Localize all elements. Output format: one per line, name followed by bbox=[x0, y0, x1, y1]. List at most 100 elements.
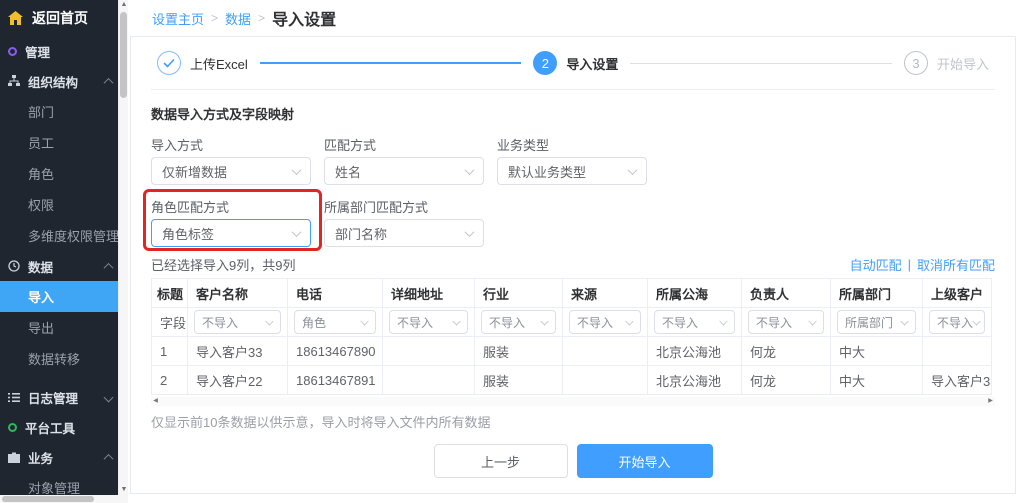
import-mode-select[interactable]: 仅新增数据 bbox=[151, 157, 311, 185]
scroll-right-icon[interactable]: ▶ bbox=[986, 397, 995, 406]
cell: 中大 bbox=[831, 337, 923, 366]
sidebar-item-org-structure[interactable]: 组织结构 bbox=[0, 66, 118, 96]
cell: 何龙 bbox=[742, 337, 831, 366]
row-index: 1 bbox=[152, 337, 188, 366]
sidebar-item-label: 数据 bbox=[28, 257, 53, 276]
field-select-public-pool[interactable]: 不导入 bbox=[654, 310, 735, 334]
links-separator: | bbox=[908, 257, 911, 272]
cancel-all-match-link[interactable]: 取消所有匹配 bbox=[917, 255, 995, 274]
sidebar-item-data-transfer[interactable]: 数据转移 bbox=[0, 343, 118, 374]
breadcrumb-separator: > bbox=[211, 11, 218, 25]
department-match-mode-select[interactable]: 部门名称 bbox=[324, 219, 484, 247]
cell: 导入客户33 bbox=[923, 366, 992, 395]
sidebar-item-import[interactable]: 导入 bbox=[0, 281, 118, 312]
import-settings-card: 上传Excel 2 导入设置 3 开始导入 数据导入方式及字段映射 导入方式 bbox=[130, 36, 1016, 494]
chevron-down-icon bbox=[452, 317, 460, 325]
breadcrumb-link-data[interactable]: 数据 bbox=[225, 9, 251, 28]
business-type-select[interactable]: 默认业务类型 bbox=[497, 157, 647, 185]
page-title: 导入设置 bbox=[272, 6, 336, 30]
field-select-industry[interactable]: 不导入 bbox=[481, 310, 556, 334]
step-connector-done bbox=[260, 62, 522, 64]
column-header: 来源 bbox=[563, 279, 648, 308]
step-connector-pending bbox=[630, 63, 892, 64]
sidebar-item-object-management[interactable]: 对象管理 bbox=[0, 472, 118, 495]
form-row-1: 导入方式 仅新增数据 匹配方式 姓名 业务类型 默认业 bbox=[151, 135, 995, 185]
chevron-up-icon bbox=[104, 77, 114, 87]
select-value: 不导入 bbox=[202, 314, 238, 331]
preview-note: 仅显示前10条数据以供示意，导入时将导入文件内所有数据 bbox=[151, 412, 995, 431]
chevron-down-icon bbox=[104, 392, 114, 402]
role-match-mode-select[interactable]: 角色标签 bbox=[151, 219, 311, 247]
step-import-settings: 2 导入设置 bbox=[533, 51, 618, 75]
sidebar-menu: 返回首页 管理 组织结构 部门 员工 角色 bbox=[0, 0, 118, 495]
field-select-customer-name[interactable]: 不导入 bbox=[194, 310, 281, 334]
field-label: 角色匹配方式 bbox=[151, 197, 311, 215]
sidebar-item-data[interactable]: 数据 bbox=[0, 251, 118, 281]
chevron-down-icon bbox=[292, 227, 302, 237]
sidebar-item-label: 导出 bbox=[28, 318, 54, 337]
sidebar-item-label: 管理 bbox=[25, 42, 50, 61]
field-mapping-table: 标题 客户名称 电话 详细地址 行业 来源 所属公海 负责人 所属部门 上级客户… bbox=[151, 278, 992, 395]
step-upload-excel: 上传Excel bbox=[157, 51, 248, 75]
cell bbox=[383, 366, 475, 395]
sidebar-item-platform-tools[interactable]: 平台工具 bbox=[0, 412, 118, 442]
field-select-address[interactable]: 不导入 bbox=[389, 310, 468, 334]
column-header: 上级客户 bbox=[923, 279, 992, 308]
sidebar-item-log-management[interactable]: 日志管理 bbox=[0, 382, 118, 412]
sidebar-item-employee[interactable]: 员工 bbox=[0, 127, 118, 158]
select-value: 姓名 bbox=[335, 162, 361, 181]
previous-step-button[interactable]: 上一步 bbox=[434, 444, 568, 478]
step-number: 3 bbox=[904, 51, 928, 75]
step-number: 2 bbox=[533, 51, 557, 75]
scroll-left-icon[interactable]: ◀ bbox=[151, 397, 160, 406]
sidebar-item-business[interactable]: 业务 bbox=[0, 442, 118, 472]
breadcrumb-link-settings-home[interactable]: 设置主页 bbox=[152, 9, 204, 28]
cell: 导入客户33 bbox=[188, 337, 288, 366]
breadcrumb: 设置主页 > 数据 > 导入设置 bbox=[128, 0, 1024, 36]
field-select-department[interactable]: 所属部门 bbox=[837, 310, 916, 334]
sidebar-item-home[interactable]: 返回首页 bbox=[0, 0, 118, 36]
sitemap-icon bbox=[8, 75, 20, 87]
field-label: 匹配方式 bbox=[324, 135, 484, 153]
breadcrumb-separator: > bbox=[258, 11, 265, 25]
sidebar-item-label: 员工 bbox=[28, 133, 54, 152]
match-mode-select[interactable]: 姓名 bbox=[324, 157, 484, 185]
select-value: 角色标签 bbox=[162, 224, 214, 243]
field-select-source[interactable]: 不导入 bbox=[569, 310, 641, 334]
sidebar-horizontal-scrollbar[interactable] bbox=[0, 495, 128, 503]
sidebar-item-admin[interactable]: 管理 bbox=[0, 36, 118, 66]
sidebar-vertical-scrollbar[interactable]: ▲ ▼ bbox=[118, 0, 128, 495]
cell: 18613467890 bbox=[288, 337, 383, 366]
start-import-button[interactable]: 开始导入 bbox=[577, 444, 713, 478]
cell: 北京公海池 bbox=[648, 366, 742, 395]
scrollbar-thumb[interactable] bbox=[2, 496, 94, 502]
sidebar-item-label: 业务 bbox=[28, 448, 53, 467]
column-header: 所属公海 bbox=[648, 279, 742, 308]
table-header-row: 标题 客户名称 电话 详细地址 行业 来源 所属公海 负责人 所属部门 上级客户 bbox=[152, 279, 992, 308]
select-value: 仅新增数据 bbox=[162, 162, 227, 181]
field-select-owner[interactable]: 不导入 bbox=[748, 310, 824, 334]
table-horizontal-scrollbar[interactable]: ◀ ▶ bbox=[151, 397, 995, 406]
field-select-parent-customer[interactable]: 不导入 bbox=[929, 310, 985, 334]
sidebar-item-role[interactable]: 角色 bbox=[0, 158, 118, 189]
sidebar-item-export[interactable]: 导出 bbox=[0, 312, 118, 343]
select-value: 角色 bbox=[302, 314, 326, 331]
row-label: 字段 bbox=[152, 308, 188, 337]
cell: 导入客户22 bbox=[188, 366, 288, 395]
section-title: 数据导入方式及字段映射 bbox=[151, 104, 995, 123]
sidebar-item-department[interactable]: 部门 bbox=[0, 96, 118, 127]
select-value: 默认业务类型 bbox=[508, 162, 586, 181]
platform-tools-icon bbox=[8, 423, 17, 432]
field-select-phone[interactable]: 角色 bbox=[294, 310, 376, 334]
select-value: 所属部门 bbox=[845, 314, 893, 331]
column-header: 电话 bbox=[288, 279, 383, 308]
sidebar-item-multidim-permission[interactable]: 多维度权限管理 bbox=[0, 220, 118, 251]
auto-match-link[interactable]: 自动匹配 bbox=[850, 255, 902, 274]
column-header: 详细地址 bbox=[383, 279, 475, 308]
home-icon bbox=[8, 11, 23, 25]
business-type-field: 业务类型 默认业务类型 bbox=[497, 135, 647, 185]
action-buttons: 上一步 开始导入 bbox=[151, 444, 995, 478]
scrollbar-thumb[interactable] bbox=[120, 12, 127, 98]
sidebar-item-permission[interactable]: 权限 bbox=[0, 189, 118, 220]
field-select-row: 字段 不导入 角色 不导入 不导入 不导入 不导入 不导入 所属部门 不导入 bbox=[152, 308, 992, 337]
